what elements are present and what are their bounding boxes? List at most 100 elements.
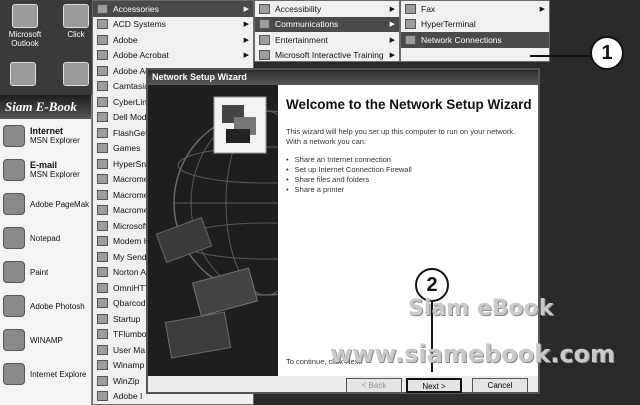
- folder-icon: [97, 329, 108, 340]
- folder-icon: [97, 220, 108, 231]
- recent-label: Internet Explore: [30, 369, 87, 379]
- recent-label: Adobe PageMak: [30, 199, 90, 209]
- folder-icon: [97, 65, 108, 76]
- folder-icon: [97, 19, 108, 30]
- recent-label: Paint: [30, 267, 49, 277]
- accessories-menu-item[interactable]: Microsoft Interactive Training ▶: [255, 48, 399, 64]
- folder-icon: [97, 205, 108, 216]
- folder-icon: [97, 267, 108, 278]
- folder-icon: [97, 81, 108, 92]
- programs-menu-item-label: Adobe Ac: [113, 65, 150, 76]
- accessories-menu-item[interactable]: Communications ▶: [255, 16, 399, 32]
- programs-menu-item-label: Startup: [113, 313, 141, 324]
- globe-network-graphic: [148, 85, 278, 376]
- programs-menu-item-label: FlashGet: [113, 127, 148, 138]
- folder-icon: [97, 236, 108, 247]
- programs-menu-item[interactable]: Adobe Acrobat ▶: [93, 48, 253, 64]
- communications-menu-item[interactable]: Fax ▶: [401, 1, 549, 17]
- folder-icon: [97, 143, 108, 154]
- accessories-menu: Accessibility ▶ Communications ▶ Entertainme…: [254, 0, 400, 62]
- ie-icon: [3, 363, 25, 385]
- submenu-arrow-icon: ▶: [243, 36, 249, 44]
- list-item: Set up Internet Connection Firewall: [286, 165, 538, 175]
- accessories-menu-item-label: Microsoft Interactive Training: [275, 50, 384, 61]
- folder-icon: [97, 112, 108, 123]
- pinned-internet[interactable]: Internet MSN Explorer: [0, 119, 91, 153]
- folder-icon: [259, 3, 270, 14]
- folder-icon: [259, 50, 270, 61]
- accessories-menu-item[interactable]: Accessibility ▶: [255, 1, 399, 17]
- internet-icon: [3, 125, 25, 147]
- email-icon: [3, 159, 25, 181]
- programs-menu-item-label: Accessories: [113, 3, 159, 14]
- submenu-arrow-icon: ▶: [243, 52, 249, 60]
- wizard-titlebar: Network Setup Wizard: [148, 70, 538, 85]
- folder-icon: [405, 3, 416, 14]
- submenu-arrow-icon: ▶: [389, 5, 395, 13]
- accessories-menu-item[interactable]: Entertainment ▶: [255, 32, 399, 48]
- programs-menu-item-label: Macrome: [113, 174, 149, 185]
- communications-menu-item[interactable]: HyperTerminal: [401, 17, 549, 33]
- arrow-icon: [63, 62, 89, 86]
- butterfly-icon: [10, 62, 36, 86]
- folder-icon: [97, 189, 108, 200]
- wizard-bullet-list: Share an Internet connection Set up Inte…: [278, 147, 538, 195]
- folder-icon: [97, 251, 108, 262]
- folder-icon: [97, 391, 108, 402]
- next-button[interactable]: Next >: [406, 378, 462, 393]
- programs-menu-item[interactable]: Accessories ▶: [93, 1, 253, 17]
- programs-menu-item-label: ACD Systems: [113, 19, 166, 30]
- communications-menu-item-label: Fax: [421, 3, 436, 14]
- watermark-title: Siam eBook: [408, 296, 554, 321]
- communications-menu-item[interactable]: Network Connections: [401, 32, 549, 48]
- submenu-arrow-icon: ▶: [539, 5, 545, 13]
- recent-photoshop[interactable]: Adobe Photosh: [0, 289, 91, 323]
- recent-ie[interactable]: Internet Explore: [0, 357, 91, 391]
- folder-icon: [97, 50, 108, 61]
- programs-menu-item-label: User Ma: [113, 344, 146, 355]
- folder-icon: [97, 298, 108, 309]
- folder-icon: [97, 174, 108, 185]
- folder-icon: [97, 360, 108, 371]
- desktop-icon-outlook[interactable]: Microsoft Outlook: [2, 4, 48, 48]
- desktop-icon-arrow[interactable]: [62, 62, 90, 88]
- folder-icon: [259, 19, 270, 30]
- programs-menu-item[interactable]: ACD Systems ▶: [93, 17, 253, 33]
- programs-menu-item[interactable]: Adobe ▶: [93, 32, 253, 48]
- submenu-arrow-icon: ▶: [389, 36, 395, 44]
- programs-menu-item-label: WinZip: [113, 375, 140, 386]
- watermark-url: www.siamebook.com: [330, 340, 616, 368]
- folder-icon: [97, 127, 108, 138]
- folder-icon: [405, 34, 416, 45]
- programs-menu-item-label: Norton A: [113, 267, 147, 278]
- programs-menu-item-label: Qbarcode: [113, 298, 151, 309]
- paint-icon: [3, 261, 25, 283]
- recent-label: WINAMP: [30, 335, 63, 345]
- folder-icon: [405, 19, 416, 30]
- back-button[interactable]: < Back: [346, 378, 402, 393]
- winamp-icon: [3, 329, 25, 351]
- list-item: Share an Internet connection: [286, 155, 538, 165]
- pagemaker-icon: [3, 193, 25, 215]
- submenu-arrow-icon: ▶: [389, 21, 395, 29]
- wizard-content: Welcome to the Network Setup Wizard This…: [278, 85, 538, 376]
- submenu-arrow-icon: ▶: [243, 21, 249, 29]
- desktop-icon-label: Click: [67, 30, 85, 39]
- recent-paint[interactable]: Paint: [0, 255, 91, 289]
- recent-pagemaker[interactable]: Adobe PageMak: [0, 187, 91, 221]
- pinned-subtitle: MSN Explorer: [30, 170, 80, 179]
- recent-label: Adobe Photosh: [30, 301, 85, 311]
- folder-icon: [259, 34, 270, 45]
- folder-icon: [97, 3, 108, 14]
- submenu-arrow-icon: ▶: [389, 52, 395, 60]
- desktop-icon-click[interactable]: Click: [60, 4, 92, 39]
- folder-icon: [97, 158, 108, 169]
- recent-winamp[interactable]: WINAMP: [0, 323, 91, 357]
- outlook-icon: [12, 4, 38, 28]
- recent-notepad[interactable]: Notepad: [0, 221, 91, 255]
- folder-icon: [97, 282, 108, 293]
- cancel-button[interactable]: Cancel: [472, 378, 528, 393]
- folder-icon: [97, 96, 108, 107]
- desktop-icon-butterfly[interactable]: [8, 62, 38, 88]
- pinned-email[interactable]: E-mail MSN Explorer: [0, 153, 91, 187]
